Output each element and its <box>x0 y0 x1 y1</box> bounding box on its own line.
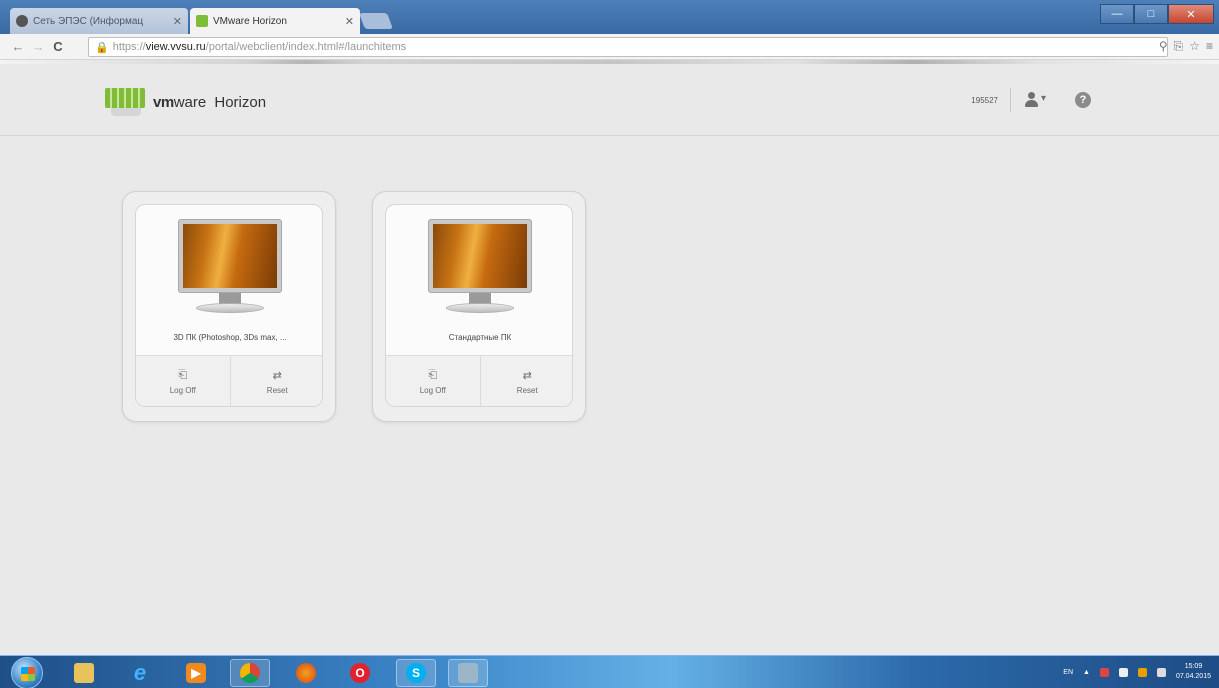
reset-button[interactable]: ⇄ Reset <box>229 356 323 406</box>
filter-icon[interactable]: ⚲ <box>1159 39 1168 54</box>
action-label: Log Off <box>169 386 196 395</box>
desktop-tile: 3D ПК (Photoshop, 3Ds max, ... ⎗ Log Off… <box>122 191 336 422</box>
taskbar-horizon[interactable] <box>448 659 488 687</box>
desktop-monitor-icon[interactable] <box>178 219 282 327</box>
system-tray: EN ▲ 15:09 07.04.2015 <box>1063 662 1211 682</box>
lock-icon: 🔒 <box>95 41 109 54</box>
date: 07.04.2015 <box>1175 673 1211 680</box>
language-indicator[interactable]: EN <box>1063 669 1073 676</box>
close-window-button[interactable]: ✕ <box>1168 4 1214 24</box>
desktop-actions: ⎗ Log Off ⇄ Reset <box>136 355 323 406</box>
reset-button[interactable]: ⇄ Reset <box>479 356 573 406</box>
logoff-icon: ⎗ <box>178 369 188 381</box>
user-menu-icon[interactable]: ▾ <box>1023 90 1049 110</box>
tab-inactive[interactable]: Сеть ЭПЭС (Информац ✕ <box>10 8 188 34</box>
horizon-logo-icon <box>105 88 145 116</box>
brand-bold: vm <box>153 93 174 111</box>
folder-icon <box>74 663 94 683</box>
windows-taskbar: e ▶ O S EN ▲ 15:09 07.04.2015 <box>0 655 1219 688</box>
brand-name: vmware Horizon <box>153 94 266 111</box>
tab-active[interactable]: VMware Horizon ✕ <box>190 8 360 34</box>
bookmark-star-icon[interactable]: ☆ <box>1189 39 1200 54</box>
internet-explorer-icon: e <box>133 660 147 685</box>
reload-icon[interactable]: C <box>48 39 68 54</box>
menu-icon[interactable]: ≡ <box>1206 39 1213 54</box>
time: 15:09 <box>1184 663 1203 670</box>
url-host: view.vvsu.ru <box>145 41 206 53</box>
taskbar-explorer[interactable] <box>64 659 104 687</box>
security-tray-icon[interactable] <box>1137 667 1147 677</box>
browser-titlebar: Сеть ЭПЭС (Информац ✕ VMware Horizon ✕ —… <box>0 0 1219 34</box>
action-label: Reset <box>266 386 288 395</box>
app-header: vmware Horizon 195527 ▾ ? <box>0 64 1219 136</box>
taskbar-media[interactable]: ▶ <box>176 659 216 687</box>
chrome-icon <box>240 663 260 683</box>
desktop-card[interactable]: Стандартные ПК ⎗ Log Off ⇄ Reset <box>385 204 573 407</box>
brand-rest: ware <box>173 93 207 111</box>
desktop-name[interactable]: 3D ПК (Photoshop, 3Ds max, ... <box>142 333 318 342</box>
log-off-button[interactable]: ⎗ Log Off <box>386 356 480 406</box>
desktop-card[interactable]: 3D ПК (Photoshop, 3Ds max, ... ⎗ Log Off… <box>135 204 323 407</box>
flag-tray-icon[interactable] <box>1099 667 1109 677</box>
skype-icon: S <box>406 663 426 683</box>
network-tray-icon[interactable] <box>1118 667 1128 677</box>
page-favicon-icon <box>16 15 28 27</box>
toolbar-right: ⚲ ⎘ ☆ ≡ <box>1159 39 1213 54</box>
action-label: Log Off <box>419 386 446 395</box>
window-controls: — □ ✕ <box>1100 4 1214 24</box>
new-tab-button[interactable] <box>359 13 393 29</box>
logoff-icon: ⎗ <box>428 369 438 381</box>
clock[interactable]: 15:09 07.04.2015 <box>1176 662 1211 682</box>
taskbar-chrome[interactable] <box>230 659 270 687</box>
close-tab-icon[interactable]: ✕ <box>345 15 354 28</box>
volume-tray-icon[interactable] <box>1156 667 1166 677</box>
help-icon[interactable]: ? <box>1075 92 1091 108</box>
browser-toolbar: ← → C 🔒 https:// view.vvsu.ru /portal/we… <box>0 34 1219 60</box>
desktop-name[interactable]: Стандартные ПК <box>392 333 568 342</box>
user-area: 195527 ▾ ? <box>971 88 1091 112</box>
maximize-button[interactable]: □ <box>1134 4 1168 24</box>
taskbar-firefox[interactable] <box>286 659 326 687</box>
start-button[interactable] <box>11 657 43 688</box>
tab-label: VMware Horizon <box>213 15 287 27</box>
translate-icon[interactable]: ⎘ <box>1174 39 1184 54</box>
taskbar-opera[interactable]: O <box>340 659 380 687</box>
taskbar-skype[interactable]: S <box>396 659 436 687</box>
tab-label: Сеть ЭПЭС (Информац <box>33 15 144 27</box>
product-name: Horizon <box>214 93 267 111</box>
reset-icon: ⇄ <box>272 370 282 382</box>
desktop-actions: ⎗ Log Off ⇄ Reset <box>386 355 573 406</box>
show-hidden-icons-icon[interactable]: ▲ <box>1083 669 1090 676</box>
address-bar[interactable]: 🔒 https:// view.vvsu.ru /portal/webclien… <box>88 37 1168 57</box>
vmware-horizon-logo: vmware Horizon <box>105 88 266 116</box>
url-scheme: https:// <box>112 41 146 53</box>
divider <box>1010 88 1011 112</box>
back-arrow-icon[interactable]: ← <box>8 39 28 54</box>
desktop-tile: Стандартные ПК ⎗ Log Off ⇄ Reset <box>372 191 586 422</box>
action-label: Reset <box>516 386 538 395</box>
desktop-monitor-icon[interactable] <box>428 219 532 327</box>
windows-logo-icon <box>21 667 35 681</box>
url-path: /portal/webclient/index.html#/launchitem… <box>205 41 407 53</box>
forward-arrow-icon[interactable]: → <box>28 39 48 54</box>
vmware-favicon-icon <box>196 15 208 27</box>
reset-icon: ⇄ <box>522 370 532 382</box>
close-tab-icon[interactable]: ✕ <box>173 15 182 28</box>
firefox-icon <box>296 663 316 683</box>
media-player-icon: ▶ <box>186 663 206 683</box>
opera-icon: O <box>350 663 370 683</box>
username: 195527 <box>971 95 998 105</box>
horizon-app-icon <box>458 663 478 683</box>
log-off-button[interactable]: ⎗ Log Off <box>136 356 230 406</box>
minimize-button[interactable]: — <box>1100 4 1134 24</box>
taskbar-ie[interactable]: e <box>120 659 160 687</box>
